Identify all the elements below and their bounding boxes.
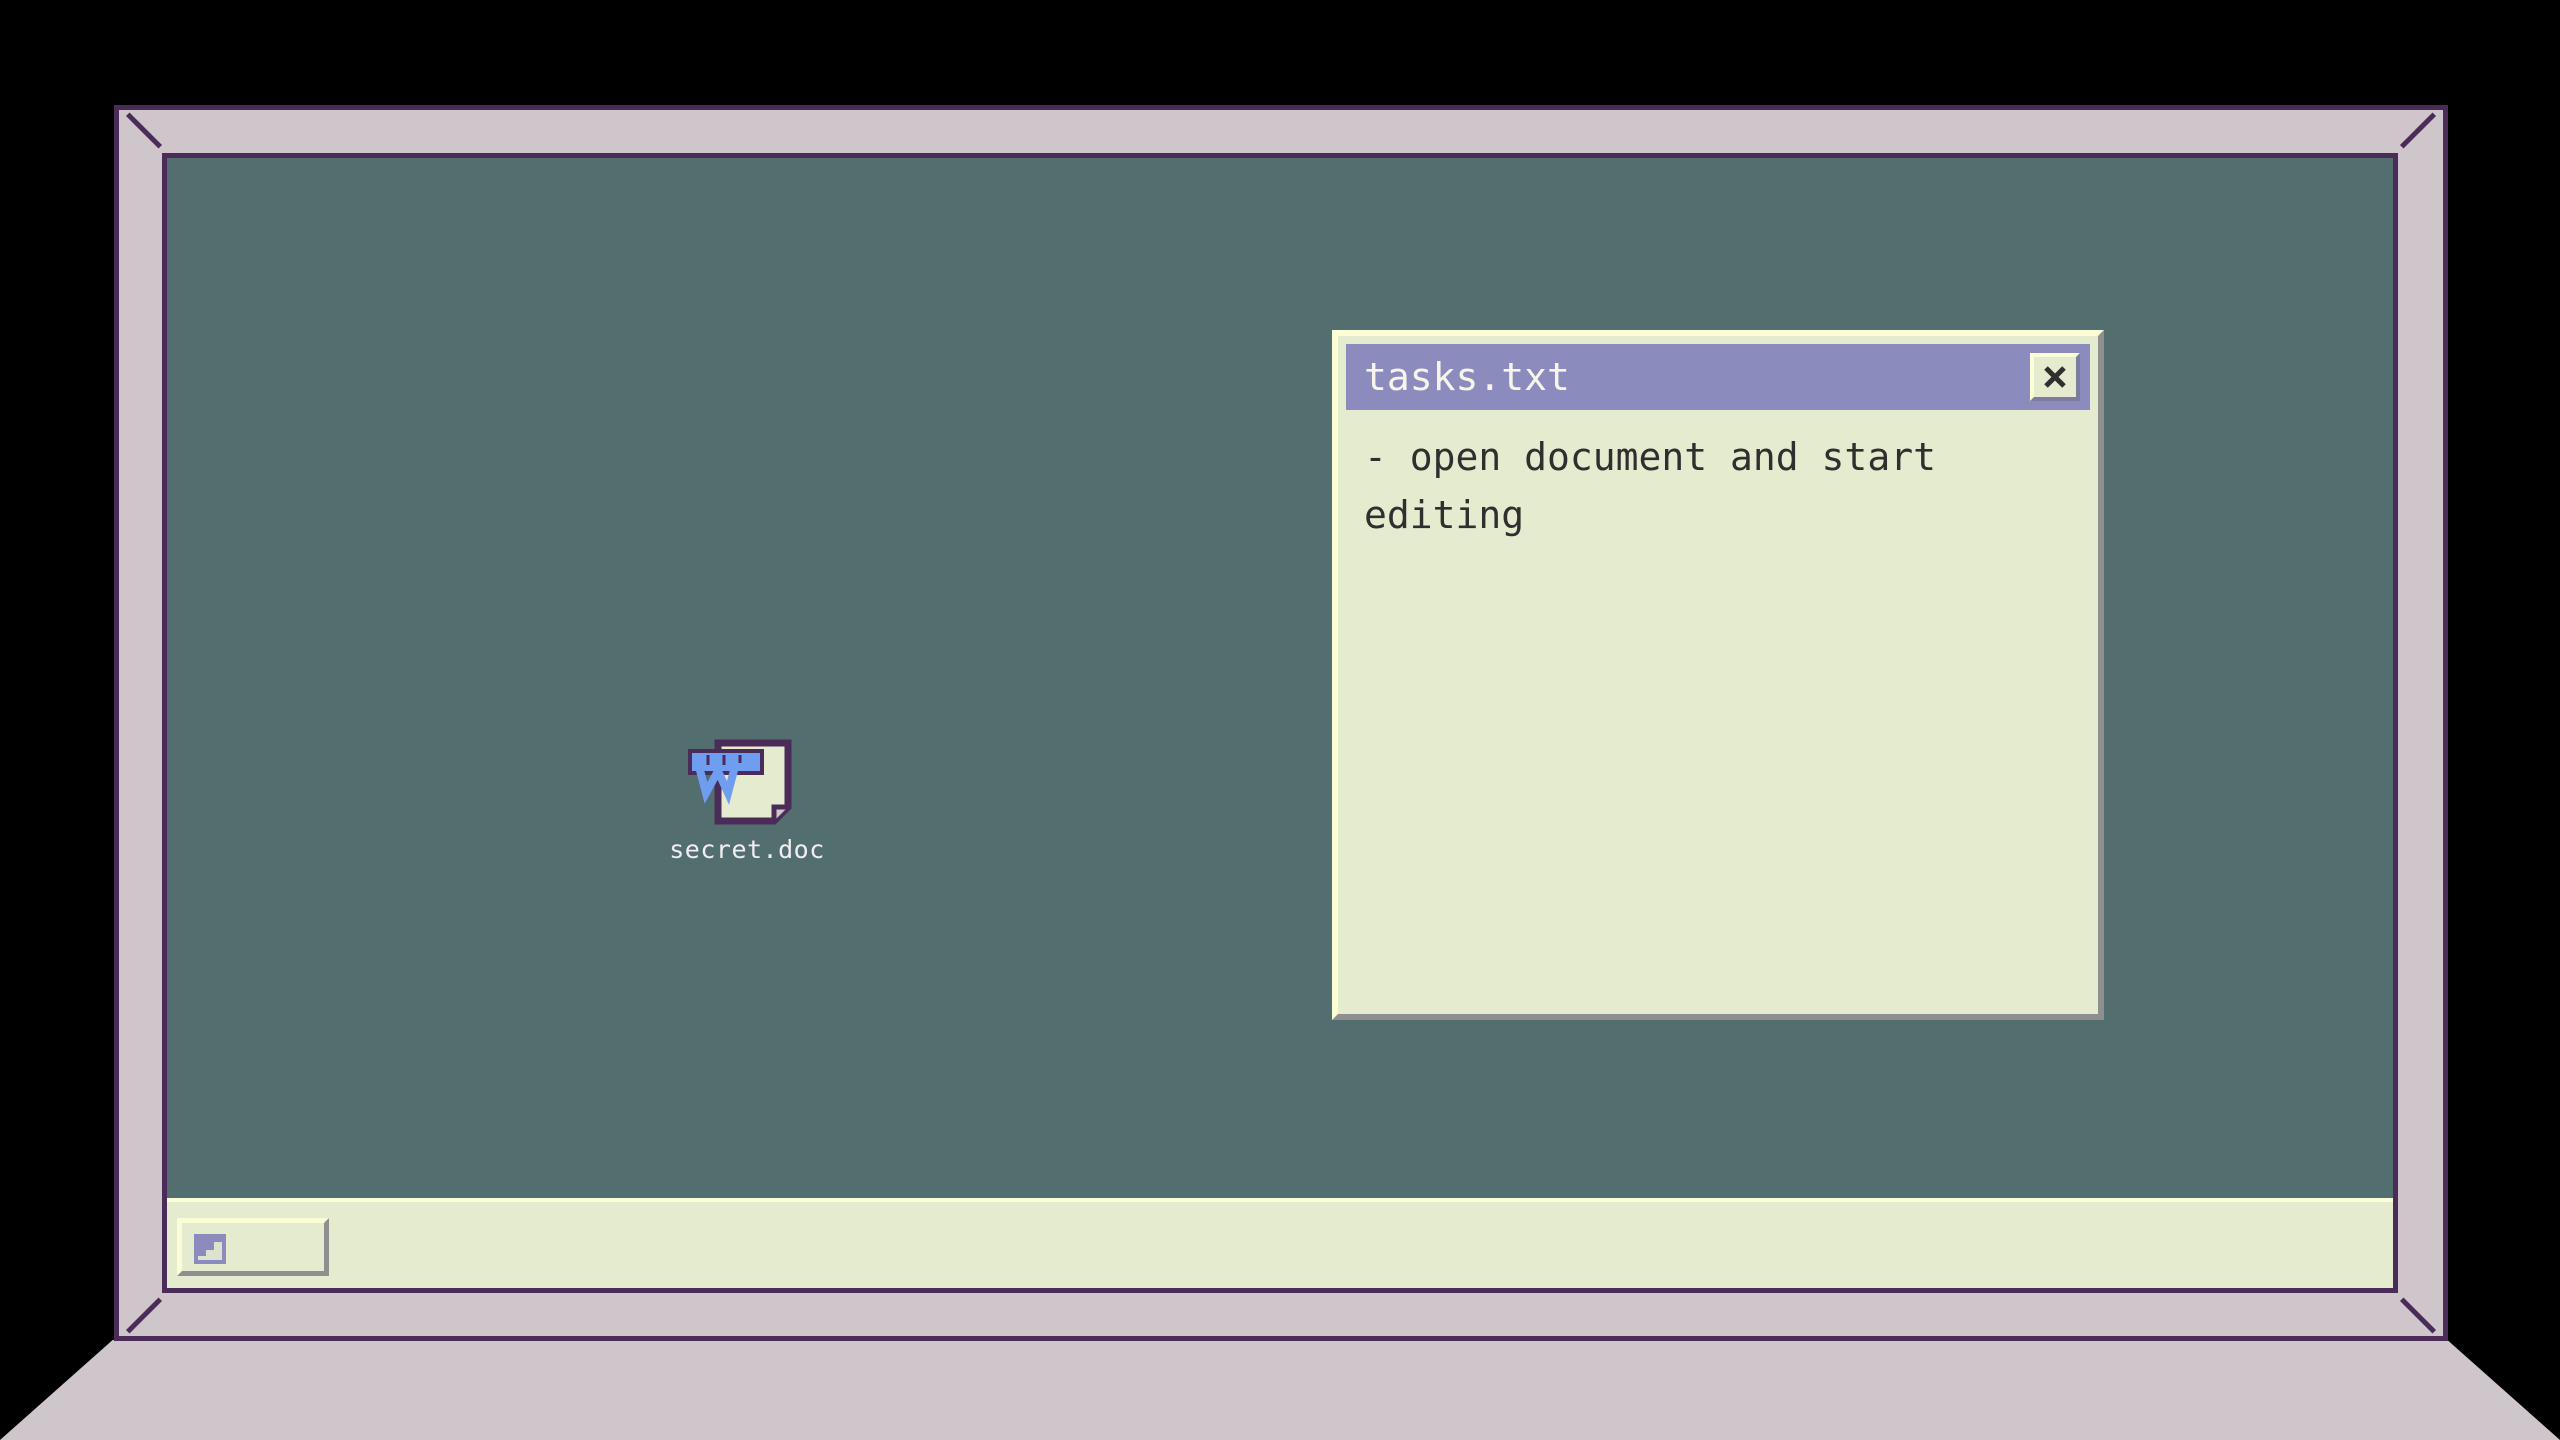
start-button[interactable] [177,1218,329,1276]
window-text-content[interactable]: - open document and start editing [1364,428,2074,544]
notepad-window: tasks.txt - open document and start edit… [1332,330,2104,1020]
desktop-icon-label: secret.doc [669,835,825,864]
window-title: tasks.txt [1364,355,1570,399]
start-menu-icon [194,1234,226,1264]
close-button[interactable] [2030,353,2080,401]
close-icon [2044,366,2066,388]
bezel-corner [2399,1297,2437,1334]
word-document-icon [688,739,792,825]
taskbar [167,1198,2393,1288]
window-titlebar[interactable]: tasks.txt [1346,344,2090,410]
bezel-corner [125,112,163,149]
monitor-stand [0,1340,2560,1440]
bezel-corner [2399,112,2437,149]
desktop-icon-secret-doc[interactable]: secret.doc [652,733,842,864]
desktop-screen: secret.doc tasks.txt - open document and… [162,153,2398,1293]
bezel-corner [125,1297,163,1334]
